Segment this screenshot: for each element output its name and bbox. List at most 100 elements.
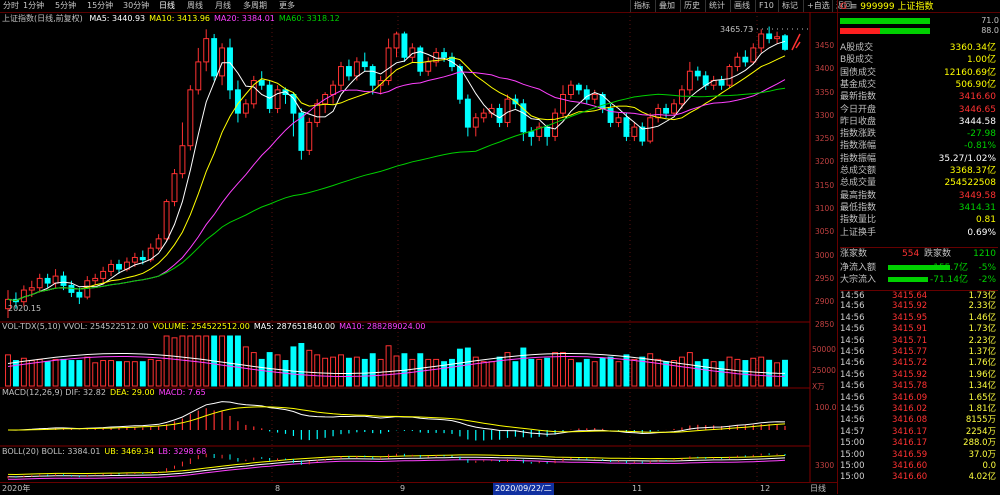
tick-time: 14:56	[840, 415, 865, 426]
volume-bar	[131, 361, 138, 387]
boll-legend: BOLL(20) BOLL: 3384.01 UB: 3469.34 LB: 329…	[2, 446, 210, 457]
candle-body	[20, 289, 27, 303]
candle-body	[726, 66, 733, 86]
volume-bar	[100, 360, 107, 387]
volume-bar	[599, 357, 606, 387]
candle-body	[425, 61, 432, 72]
tool-1[interactable]: 叠加	[655, 0, 678, 12]
month-label-11: 11	[632, 484, 643, 493]
price-tick-5: 3200	[815, 157, 835, 167]
tick-row: 14:56 3415.92 2.33亿	[840, 301, 998, 312]
tick-row: 14:56 3415.72 1.76亿	[840, 358, 998, 369]
candle-body	[758, 33, 765, 49]
price-tick-7: 3100	[815, 203, 835, 213]
volume-bar	[345, 357, 352, 387]
strength-bar-red	[840, 28, 880, 34]
tool-0[interactable]: 指标	[630, 0, 653, 12]
stat-label: 总成交量	[840, 178, 877, 189]
stat-row: 上证换手 0.69%	[840, 227, 998, 239]
volume-bar	[195, 335, 202, 387]
stat-row: 国债成交 12160.69亿	[840, 67, 998, 79]
trend-arrow-icon	[791, 33, 801, 51]
flow-row: 大宗流入 -71.14亿 -2%	[840, 274, 998, 286]
tab-7[interactable]: 月线	[215, 0, 231, 12]
stat-row: 基金成交 506.90亿	[840, 79, 998, 91]
strength-value-top: 71.0	[981, 16, 999, 25]
tab-6[interactable]: 周线	[187, 0, 203, 12]
tick-time: 15:00	[840, 472, 865, 483]
tool-7[interactable]: +自选	[803, 0, 833, 12]
stat-row: B股成交 1.00亿	[840, 54, 998, 66]
tick-amount: 37.0万	[968, 449, 996, 460]
tick-time: 14:56	[840, 381, 865, 392]
volume-bar	[290, 346, 297, 387]
candle-body	[631, 126, 638, 137]
tick-time: 14:56	[840, 369, 865, 380]
breadth: 涨家数 554 跌家数 1210	[840, 247, 998, 260]
tab-2[interactable]: 5分钟	[55, 0, 76, 12]
date-bar: 2020年 8 9 11 12 2020/09/22/二 日线	[0, 482, 837, 495]
tick-time: 14:56	[840, 312, 865, 323]
volume-bar	[258, 358, 265, 387]
candle-body	[678, 89, 685, 105]
price-tick-0: 3450	[815, 40, 835, 50]
tick-row: 14:56 3415.91 1.73亿	[840, 324, 998, 335]
tab-9[interactable]: 更多	[279, 0, 295, 12]
candle-body	[203, 38, 210, 63]
tab-8[interactable]: 多周期	[243, 0, 267, 12]
volume-bar	[274, 354, 281, 387]
boll-item-2: LB: 3298.68	[158, 447, 207, 456]
stat-row: A股成交 3360.34亿	[840, 42, 998, 54]
tool-6[interactable]: 标记	[778, 0, 801, 12]
macd-item-2: MACD: 7.65	[158, 388, 206, 397]
volume-bar	[266, 352, 273, 387]
volume-bar	[464, 347, 471, 387]
tab-3[interactable]: 15分钟	[87, 0, 113, 12]
cursor-date[interactable]: 2020/09/22/二	[493, 483, 554, 495]
flow-bar	[888, 277, 928, 283]
year-label: 2020年	[2, 484, 31, 493]
flow-row: 净流入额 -155.7亿 -5%	[840, 262, 998, 274]
flow-value: -155.7亿	[929, 263, 968, 273]
candle-body	[575, 84, 582, 91]
candle-body	[155, 238, 162, 249]
tick-row: 14:56 3416.08 8155万	[840, 415, 998, 426]
tool-2[interactable]: 历史	[680, 0, 703, 12]
up-label: 涨家数	[840, 249, 868, 259]
tick-amount: 0.0	[982, 461, 996, 471]
stat-row: 指数量比 0.81	[840, 214, 998, 226]
volume-bar	[567, 358, 574, 387]
ma-line-5	[7, 40, 786, 302]
tab-1[interactable]: 1分钟	[23, 0, 44, 12]
tab-4[interactable]: 30分钟	[123, 0, 149, 12]
tick-price: 3416.17	[892, 426, 928, 437]
tool-3[interactable]: 统计	[705, 0, 728, 12]
volume-bar	[607, 356, 614, 387]
stat-label: 今日开盘	[840, 104, 877, 115]
ma-item-2: MA20: 3384.01	[214, 14, 275, 23]
tool-4[interactable]: 画线	[730, 0, 753, 12]
volume-bar	[583, 358, 590, 387]
tab-5[interactable]: 日线	[159, 0, 175, 12]
macd-item-0: MACD(12,26,9) DIF: 32.82	[2, 388, 106, 397]
tool-5[interactable]: F10	[755, 0, 777, 12]
candle-body	[274, 89, 281, 109]
vol-tick-2: X万	[812, 382, 825, 391]
stat-value: 3360.34亿	[949, 43, 996, 53]
chart-area[interactable]	[0, 12, 837, 482]
macd-dif-line	[7, 401, 786, 435]
tick-price: 3416.08	[892, 415, 928, 426]
candle-body	[504, 98, 511, 123]
stat-row: 最低指数 3414.31	[840, 202, 998, 214]
candle-body	[694, 70, 701, 77]
tick-row: 14:56 3416.09 1.65亿	[840, 393, 998, 404]
volume-bar	[171, 337, 178, 387]
volume-bar	[686, 352, 693, 387]
down-count: 1210	[973, 249, 996, 259]
tab-0[interactable]: 分时	[3, 0, 19, 12]
candle-body	[591, 94, 598, 100]
tick-amount: 2.33亿	[968, 301, 996, 312]
candle-body	[464, 98, 471, 128]
quote-panel: G ≡ 999999 上证指数 71.0 88.0 A股成交 3360.34亿 B股…	[837, 0, 1000, 494]
g-icon: G	[840, 2, 847, 12]
